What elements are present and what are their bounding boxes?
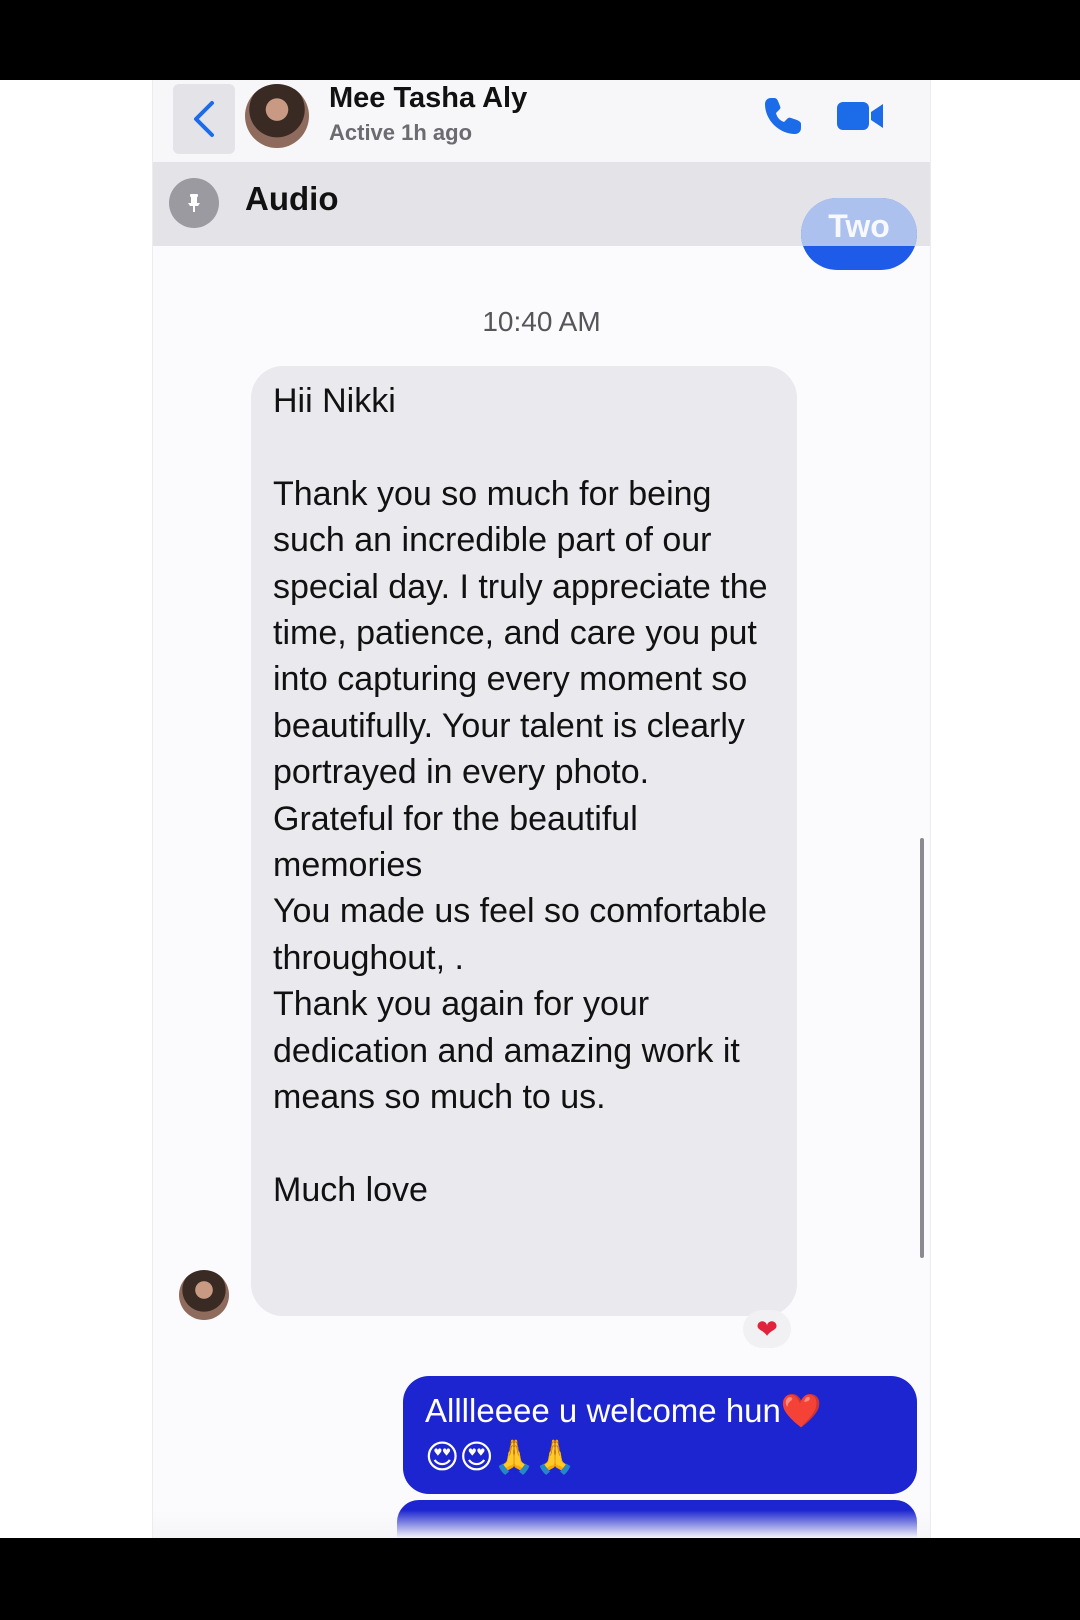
previous-outgoing-text: Two (828, 208, 890, 244)
contact-avatar[interactable] (245, 84, 309, 148)
scrollbar[interactable] (920, 838, 924, 1258)
contact-name[interactable]: Mee Tasha Aly (329, 82, 527, 115)
pinned-label: Audio (245, 180, 339, 217)
video-camera-icon[interactable] (835, 96, 885, 136)
bottom-fade (153, 1510, 930, 1538)
outgoing-message-text: Alllleeee u welcome hun❤️ 😍😍🙏🙏 (425, 1392, 822, 1475)
pin-icon (169, 178, 219, 228)
bottom-letterbox (0, 1538, 1080, 1620)
previous-outgoing-bubble[interactable]: Two (801, 198, 917, 270)
top-letterbox (0, 0, 1080, 80)
sender-avatar[interactable] (179, 1270, 229, 1320)
screen: Mee Tasha Aly Active 1h ago Audio Two 10… (0, 0, 1080, 1620)
phone-icon[interactable] (761, 94, 805, 138)
message-timestamp: 10:40 AM (482, 306, 601, 337)
contact-status: Active 1h ago (329, 120, 473, 145)
back-button[interactable] (173, 84, 235, 154)
heart-reaction-icon[interactable]: ❤ (743, 1310, 791, 1348)
chevron-left-icon (194, 101, 214, 137)
incoming-message-text: Hii Nikki Thank you so much for being su… (273, 382, 768, 1209)
chat-window: Mee Tasha Aly Active 1h ago Audio Two 10… (152, 80, 931, 1538)
